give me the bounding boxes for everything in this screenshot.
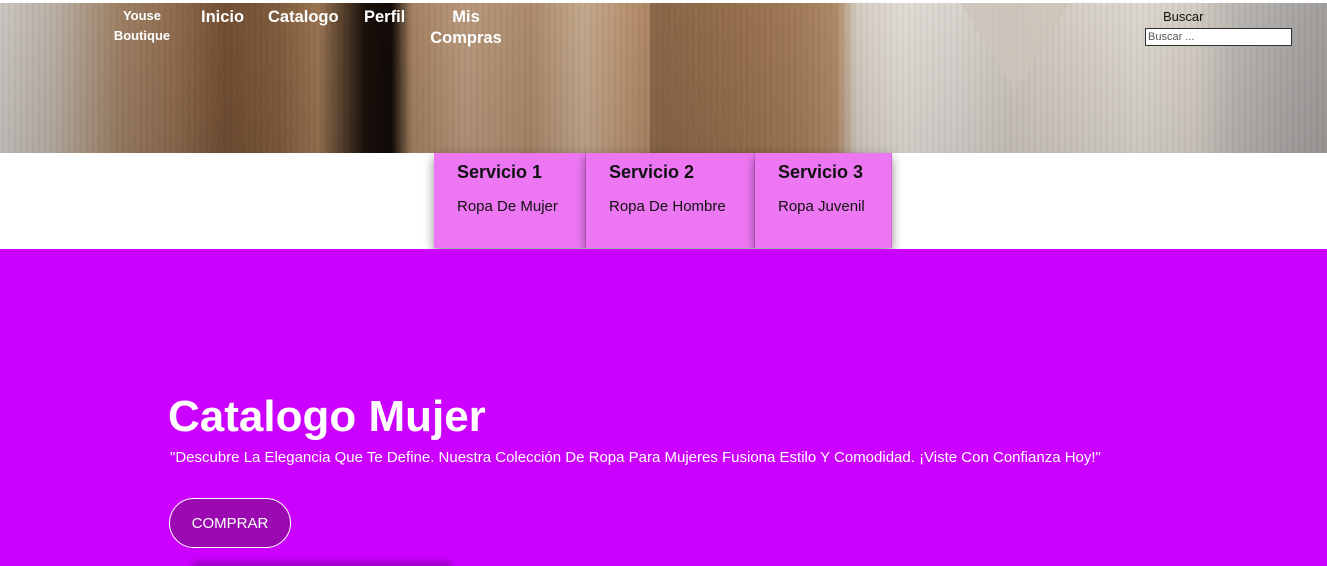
- services-row: Servicio 1 Ropa De Mujer Servicio 2 Ropa…: [434, 153, 892, 248]
- nav-link-perfil[interactable]: Perfil: [364, 7, 405, 28]
- service-title: Servicio 1: [457, 162, 543, 182]
- service-card-2[interactable]: Servicio 2 Ropa De Hombre: [586, 153, 755, 248]
- nav-link-inicio[interactable]: Inicio: [201, 7, 244, 28]
- search-label: Buscar: [1163, 9, 1204, 24]
- service-title: Servicio 2: [609, 162, 695, 182]
- buy-button[interactable]: COMPRAR: [169, 498, 291, 548]
- banner-collar: [960, 3, 1070, 93]
- catalog-section: Catalogo Mujer "Descubre La Elegancia Qu…: [0, 249, 1327, 566]
- nav-link-catalogo[interactable]: Catalogo: [268, 7, 339, 28]
- catalog-description: "Descubre La Elegancia Que Te Define. Nu…: [170, 449, 1101, 466]
- service-description: Ropa Juvenil: [778, 198, 865, 215]
- service-card-1[interactable]: Servicio 1 Ropa De Mujer: [434, 153, 586, 248]
- nav-link-mis-compras[interactable]: Mis Compras: [426, 7, 506, 49]
- service-description: Ropa De Mujer: [457, 198, 558, 215]
- search-input[interactable]: [1145, 28, 1292, 46]
- header-banner: Youse Boutique Inicio Catalogo Perfil Mi…: [0, 3, 1327, 153]
- product-card-shadow: [192, 561, 452, 566]
- service-description: Ropa De Hombre: [609, 198, 726, 215]
- service-title: Servicio 3: [778, 162, 864, 182]
- catalog-title: Catalogo Mujer: [168, 392, 486, 441]
- service-card-3[interactable]: Servicio 3 Ropa Juvenil: [755, 153, 892, 248]
- page: Youse Boutique Inicio Catalogo Perfil Mi…: [0, 0, 1327, 566]
- banner-shadow: [650, 3, 870, 153]
- brand-logo-text[interactable]: Youse Boutique: [104, 6, 180, 46]
